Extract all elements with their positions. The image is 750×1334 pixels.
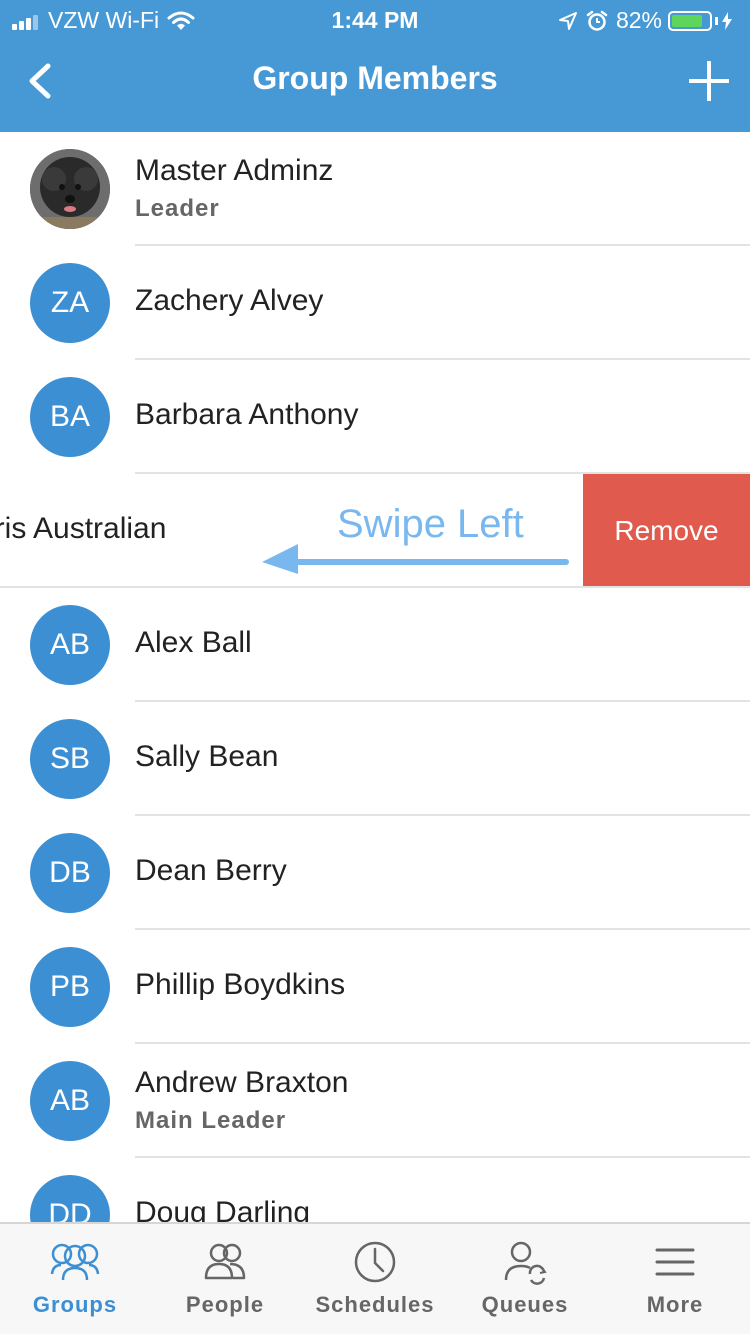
dog-photo-icon [30,149,110,229]
avatar: BA [30,377,110,457]
avatar: DB [30,833,110,913]
remove-button[interactable]: Remove [583,474,750,588]
header: VZW Wi-Fi 1:44 PM 82% Group Members [0,0,750,132]
tab-label: Groups [32,1292,118,1317]
plus-icon [689,61,729,101]
avatar: SB [30,719,110,799]
member-row[interactable]: DB Dean Berry [0,816,750,930]
tab-label: Schedules [315,1292,435,1317]
tab-label: People [185,1292,265,1317]
member-name: Doug Darling [135,1196,311,1222]
member-row[interactable]: BA Barbara Anthony [0,360,750,474]
member-row[interactable]: Master Adminz Leader [0,132,750,246]
queues-icon [504,1241,547,1285]
avatar: PB [30,947,110,1027]
tab-groups[interactable]: Groups [0,1224,150,1334]
arrow-left-icon [262,544,569,574]
member-name: hris Australian [0,512,167,545]
people-icon [204,1243,246,1280]
avatar: AB [30,1061,110,1141]
tab-schedules[interactable]: Schedules [300,1224,450,1334]
status-bar: VZW Wi-Fi 1:44 PM 82% [0,0,750,40]
member-name: Zachery Alvey [135,284,324,317]
member-name: Barbara Anthony [135,398,359,431]
member-name: Sally Bean [135,740,279,773]
member-name: Master Adminz [135,154,334,187]
member-list[interactable]: Master Adminz Leader ZA Zachery Alvey BA… [0,132,750,1222]
tab-queues[interactable]: Queues [450,1224,600,1334]
battery-tip [715,16,718,25]
tab-bar: Groups People Schedules Queues More [0,1222,750,1334]
avatar-photo [30,149,110,229]
alarm-clock-icon [586,10,608,31]
groups-icon [50,1243,100,1281]
navbar: Group Members [0,40,750,132]
tab-label: Queues [481,1292,569,1317]
avatar: DD [30,1175,110,1222]
member-row[interactable]: DD Doug Darling [0,1158,750,1222]
member-row-swiped[interactable]: hris Australian Swipe Left Remove [0,474,750,588]
member-role: Leader [135,195,220,222]
member-row[interactable]: AB Alex Ball [0,588,750,702]
location-arrow-icon [558,11,577,30]
member-row[interactable]: AB Andrew Braxton Main Leader [0,1044,750,1158]
charging-bolt-icon [722,11,732,30]
tab-more[interactable]: More [600,1224,750,1334]
member-name: Phillip Boydkins [135,968,346,1001]
avatar: AB [30,605,110,685]
tab-people[interactable]: People [150,1224,300,1334]
member-row[interactable]: ZA Zachery Alvey [0,246,750,360]
member-name: Dean Berry [135,854,287,887]
member-name: Alex Ball [135,626,252,659]
battery-fill [672,14,702,27]
page-title: Group Members [252,60,498,96]
battery-icon [668,10,712,31]
member-row[interactable]: PB Phillip Boydkins [0,930,750,1044]
menu-icon [655,1248,695,1276]
tab-label: More [646,1292,704,1317]
clock-icon [354,1241,396,1283]
status-right: 82% [558,7,740,34]
add-member-button[interactable] [682,54,736,108]
member-name: Andrew Braxton [135,1066,349,1099]
member-role: Main Leader [135,1107,287,1134]
member-row[interactable]: SB Sally Bean [0,702,750,816]
avatar: ZA [30,263,110,343]
battery-percent: 82% [615,7,662,33]
